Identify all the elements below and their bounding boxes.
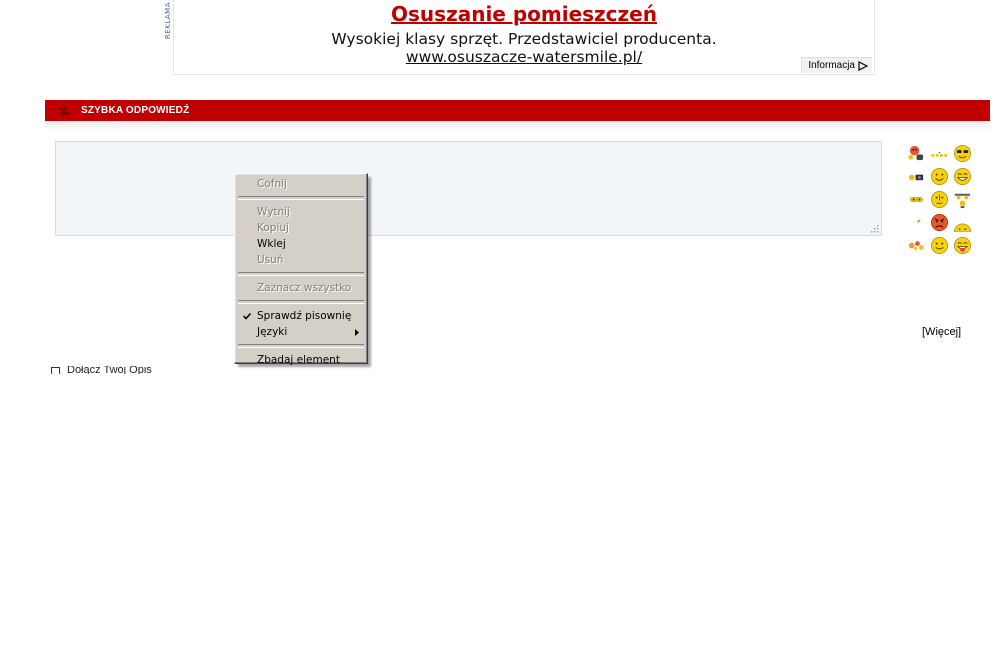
resize-grip-icon[interactable] bbox=[869, 223, 879, 233]
menu-separator bbox=[238, 272, 364, 276]
menu-item-undo[interactable]: Cofnij bbox=[237, 176, 365, 192]
signature-checkbox[interactable] bbox=[51, 367, 60, 374]
ad-banner[interactable]: Osuszanie pomieszczeń Wysokiej klasy spr… bbox=[173, 0, 875, 75]
menu-item-copy[interactable]: Kopiuj bbox=[237, 220, 365, 236]
reply-arrows-icon bbox=[55, 104, 73, 118]
grin-icon[interactable] bbox=[951, 165, 974, 188]
wink-dot-icon[interactable] bbox=[905, 211, 928, 234]
header-shadow bbox=[45, 121, 990, 131]
dots-smiley-icon[interactable] bbox=[928, 142, 951, 165]
angry-smiley-icon[interactable] bbox=[928, 211, 951, 234]
dance-smiley-icon[interactable] bbox=[951, 188, 974, 211]
menu-separator bbox=[238, 300, 364, 304]
ad-url-link[interactable]: www.osuszacze-watersmile.pl/ bbox=[174, 48, 874, 66]
menu-item-languages-label: Języki bbox=[257, 326, 288, 338]
menu-separator bbox=[238, 344, 364, 348]
reply-textarea[interactable] bbox=[55, 141, 882, 236]
context-menu: Cofnij Wytnij Kopiuj Wklej Usuń Zaznacz … bbox=[234, 173, 368, 366]
checkmark-icon bbox=[243, 312, 251, 320]
tiny-smiley-icon[interactable] bbox=[905, 165, 928, 188]
signature-checkbox-label: Dołącz Twój Opis bbox=[67, 366, 152, 374]
menu-item-languages[interactable]: Języki bbox=[237, 324, 365, 340]
menu-item-paste[interactable]: Wklej bbox=[237, 236, 365, 252]
menu-separator bbox=[238, 196, 364, 200]
flower-smiley-icon[interactable] bbox=[905, 234, 928, 257]
ad-title-link[interactable]: Osuszanie pomieszczeń bbox=[174, 2, 874, 26]
sad-smiley-icon[interactable] bbox=[951, 211, 974, 234]
happy-smiley-icon[interactable] bbox=[928, 234, 951, 257]
smile-icon[interactable] bbox=[928, 165, 951, 188]
menu-item-delete[interactable]: Usuń bbox=[237, 252, 365, 268]
quick-reply-header: SZYBKA ODPOWIEDŹ bbox=[45, 100, 990, 121]
tongue-smiley-icon[interactable] bbox=[951, 234, 974, 257]
ad-info-label: Informacja bbox=[808, 60, 855, 71]
page: REKLAMA Osuszanie pomieszczeń Wysokiej k… bbox=[0, 0, 1000, 656]
menu-item-inspect[interactable]: Zbadaj element bbox=[237, 352, 365, 368]
ad-choices-icon bbox=[858, 60, 868, 71]
more-smilies-link[interactable]: [Więcej] bbox=[922, 326, 961, 338]
smilies-panel bbox=[905, 142, 975, 257]
neutral-smiley-icon[interactable] bbox=[928, 188, 951, 211]
quick-reply-title: SZYBKA ODPOWIEDŹ bbox=[81, 105, 190, 116]
devil-smiley-icon[interactable] bbox=[905, 142, 928, 165]
menu-item-select-all[interactable]: Zaznacz wszystko bbox=[237, 280, 365, 296]
menu-item-spellcheck[interactable]: Sprawdź pisownię bbox=[237, 308, 365, 324]
submenu-arrow-icon bbox=[355, 329, 359, 336]
eyes-smiley-icon[interactable] bbox=[905, 188, 928, 211]
ad-description: Wysokiej klasy sprzęt. Przedstawiciel pr… bbox=[331, 30, 717, 48]
menu-item-spellcheck-label: Sprawdź pisownię bbox=[257, 310, 352, 322]
menu-item-cut[interactable]: Wytnij bbox=[237, 204, 365, 220]
ad-side-label: REKLAMA bbox=[164, 2, 172, 40]
cool-smiley-icon[interactable] bbox=[951, 142, 974, 165]
signature-option[interactable]: Dołącz Twój Opis bbox=[50, 366, 250, 374]
ad-info-button[interactable]: Informacja bbox=[801, 57, 872, 73]
